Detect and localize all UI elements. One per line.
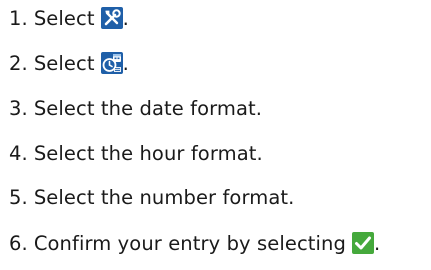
step-end: . <box>373 231 381 255</box>
step-2: 2. Select . <box>9 49 129 77</box>
step-1: 1. Select . <box>9 4 129 32</box>
step-6: 6. Confirm your entry by selecting . <box>9 229 380 257</box>
step-text: Select <box>33 51 95 75</box>
step-number: 5. <box>9 185 28 209</box>
step-text: Select the hour format. <box>33 141 263 165</box>
step-3: 3. Select the date format. <box>9 94 262 122</box>
clock-calendar-settings-icon <box>100 52 123 74</box>
step-number: 4. <box>9 141 28 165</box>
step-text: Select <box>33 6 95 30</box>
wrench-screwdriver-settings-icon <box>100 7 123 29</box>
confirm-checkmark-icon <box>351 232 374 254</box>
step-number: 6. <box>9 231 28 255</box>
step-end: . <box>122 51 129 75</box>
step-4: 4. Select the hour format. <box>9 139 263 167</box>
step-number: 3. <box>9 96 28 120</box>
step-text: Select the number format. <box>33 185 295 209</box>
step-text: Confirm your entry by selecting <box>33 231 346 255</box>
step-number: 2. <box>9 51 28 75</box>
step-number: 1. <box>9 6 28 30</box>
step-end: . <box>122 6 129 30</box>
step-5: 5. Select the number format. <box>9 183 294 211</box>
step-text: Select the date format. <box>33 96 263 120</box>
